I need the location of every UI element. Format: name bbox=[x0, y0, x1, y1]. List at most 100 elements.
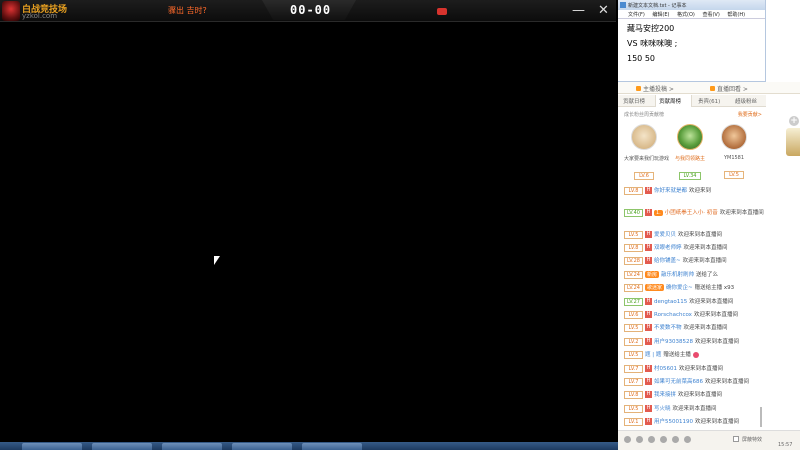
level-badge: LV.8 bbox=[624, 243, 643, 252]
contribute-link[interactable]: 我要贡献> bbox=[738, 111, 762, 118]
menu-view[interactable]: 查看(V) bbox=[702, 12, 719, 18]
chat-username[interactable]: 用户55001190 bbox=[654, 419, 693, 425]
speaker-icon[interactable] bbox=[660, 436, 667, 443]
chat-username[interactable]: 你好来就是都 bbox=[654, 188, 687, 194]
chat-text: 欢迎来到本直播间 bbox=[695, 419, 740, 425]
chat-message: LV.40 H 1. 小团纸拳王入小· 初音 欢迎来到本直播间 bbox=[624, 208, 764, 217]
notepad-titlebar[interactable]: 新建文本文档.txt - 记事本 bbox=[618, 0, 765, 10]
chat-username[interactable]: 不爱数不物 bbox=[654, 325, 682, 331]
chat-toolbar: 屏蔽特效 bbox=[618, 430, 800, 450]
system-clock: 15:57 bbox=[778, 442, 793, 448]
menu-file[interactable]: 文件(F) bbox=[628, 12, 645, 18]
chat-text: 欢迎来到本直播间 bbox=[678, 392, 723, 398]
level-badge: LV.5 bbox=[624, 350, 643, 359]
chat-username[interactable]: 给你铺盖~ bbox=[654, 258, 681, 264]
taskbar-item[interactable] bbox=[162, 443, 222, 450]
fan-card[interactable]: 与我同领路主 LV.34 bbox=[670, 124, 710, 181]
chat-scrollbar[interactable] bbox=[760, 407, 762, 427]
fan-card[interactable]: YM1581 LV.5 bbox=[714, 124, 754, 180]
chat-text: 欢迎来到本直播间 bbox=[695, 339, 740, 345]
chat-username[interactable]: dengtao115 bbox=[654, 299, 687, 305]
notepad-line: 150 50 bbox=[627, 54, 655, 63]
chat-username[interactable]: 敲乐机射刷帅 bbox=[661, 272, 694, 278]
level-badge: LV.5 bbox=[624, 404, 643, 413]
fan-card[interactable]: 大家要来我们玩游戏 LV.6 bbox=[624, 124, 670, 181]
mouse-pointer-icon bbox=[214, 256, 220, 265]
chat-message: LV.2 H 用户93038528 欢迎来到本直播间 bbox=[624, 337, 764, 346]
menu-edit[interactable]: 编辑(E) bbox=[652, 12, 669, 18]
marquee-text: 骤出 吉时? bbox=[168, 6, 207, 15]
fan-name: 大家要来我们玩游戏 bbox=[624, 156, 670, 162]
chat-message: LV.8 H 我来接拼 欢迎来到本直播间 bbox=[624, 390, 764, 399]
chat-username[interactable]: 爱爱贝贝 bbox=[654, 232, 676, 238]
floating-gift-icon[interactable] bbox=[786, 128, 800, 156]
submit-link[interactable]: 主播投稿 > bbox=[636, 84, 674, 93]
chat-message: LV.7 H 如果可无前菜高686 欢迎来到本直播间 bbox=[624, 377, 764, 386]
mute-icon[interactable] bbox=[684, 436, 691, 443]
add-icon[interactable]: + bbox=[789, 116, 799, 126]
chat-message: LV.5 题 | 题赠送给主播 bbox=[624, 350, 764, 359]
chat-list[interactable]: LV.8 H 你好来就是都 欢迎来到 LV.40 H 1. 小团纸拳王入小· 初音 欢迎来到本… bbox=[618, 186, 764, 429]
medal-icon: H bbox=[645, 298, 652, 305]
taskbar-item[interactable] bbox=[22, 443, 82, 450]
level-badge: LV.2 bbox=[624, 337, 643, 346]
chat-username[interactable]: 用户93038528 bbox=[654, 339, 693, 345]
medal-icon: H bbox=[645, 209, 652, 216]
submit-icon bbox=[636, 86, 641, 91]
level-badge: LV.8 bbox=[624, 186, 643, 195]
tab-vip[interactable]: 贵宾(61) bbox=[698, 97, 720, 105]
chat-username[interactable]: 写火晓 bbox=[654, 406, 671, 412]
chat-message: LV.27 Hdengtao115 欢迎来到本直播间 bbox=[624, 297, 764, 306]
live-sidebar: 新建文本文档.txt - 记事本 文件(F) 编辑(E) 格式(O) 查看(V)… bbox=[618, 0, 800, 450]
fan-level-badge: LV.5 bbox=[724, 171, 744, 179]
chat-message: LV.5 H 不爱数不物 欢迎来到本直播间 bbox=[624, 323, 764, 332]
chat-username[interactable]: 村05601 bbox=[654, 366, 677, 372]
notepad-text-area[interactable]: 藏马安控200 VS 咪咪咪噢 ; 150 50 bbox=[618, 19, 765, 66]
replay-link[interactable]: 直播回看 > bbox=[710, 84, 748, 93]
chat-username[interactable]: 我来接拼 bbox=[654, 392, 676, 398]
chat-message: LV.6 H Rorschachcox 欢迎来到本直播间 bbox=[624, 310, 764, 319]
level-badge: LV.28 bbox=[624, 256, 643, 265]
avatar bbox=[677, 124, 703, 150]
settings-icon[interactable] bbox=[672, 436, 679, 443]
medal-icon: H bbox=[645, 231, 652, 238]
notepad-window[interactable]: 新建文本文档.txt - 记事本 文件(F) 编辑(E) 格式(O) 查看(V)… bbox=[618, 0, 766, 82]
emoji-icon[interactable] bbox=[624, 436, 631, 443]
fan-level-badge: LV.6 bbox=[634, 172, 654, 180]
chat-username[interactable]: Rorschachcox bbox=[654, 312, 692, 318]
taskbar-item[interactable] bbox=[302, 443, 362, 450]
avatar bbox=[631, 124, 657, 150]
taskbar-item[interactable] bbox=[232, 443, 292, 450]
fans-header-title: 成长粉丝周贡献榜 bbox=[624, 112, 665, 118]
menu-format[interactable]: 格式(O) bbox=[677, 12, 695, 18]
level-badge: LV.6 bbox=[624, 310, 643, 319]
block-effects-checkbox[interactable] bbox=[733, 436, 739, 442]
close-button[interactable]: ✕ bbox=[598, 3, 609, 18]
fan-tag: 1. bbox=[654, 209, 663, 216]
minimize-button[interactable]: — bbox=[572, 3, 585, 18]
chat-username[interactable]: 确你爱企~ bbox=[666, 285, 693, 291]
chat-username[interactable]: 小团纸拳王入小· 初音 bbox=[665, 210, 718, 216]
chat-username[interactable]: 双眼老师婷 bbox=[654, 245, 682, 251]
gift-icon[interactable] bbox=[636, 436, 643, 443]
tab-daily[interactable]: 贡献日榜 bbox=[623, 97, 645, 105]
medal-icon: H bbox=[645, 324, 652, 331]
level-badge: LV.7 bbox=[624, 364, 643, 373]
replay-icon bbox=[710, 86, 715, 91]
menu-help[interactable]: 帮助(H) bbox=[727, 12, 745, 18]
medal-icon: H bbox=[645, 257, 652, 264]
tab-weekly[interactable]: 贡献周榜 bbox=[659, 97, 681, 105]
level-badge: LV.24 bbox=[624, 283, 643, 292]
taskbar-item[interactable] bbox=[92, 443, 152, 450]
chat-text: 欢迎来到本直播间 bbox=[705, 379, 750, 385]
fan-name: YM1581 bbox=[723, 155, 745, 161]
fan-level-badge: LV.34 bbox=[678, 172, 702, 180]
chat-username[interactable]: 题 | 题 bbox=[645, 352, 661, 358]
brand-url: yzkol.com bbox=[22, 12, 58, 20]
level-badge: LV.27 bbox=[624, 297, 643, 306]
share-icon[interactable] bbox=[648, 436, 655, 443]
chat-username[interactable]: 如果可无前菜高686 bbox=[654, 379, 703, 385]
level-badge: LV.5 bbox=[624, 323, 643, 332]
level-badge: LV.40 bbox=[624, 208, 643, 217]
tab-superfans[interactable]: 超级粉丝 bbox=[735, 97, 757, 105]
